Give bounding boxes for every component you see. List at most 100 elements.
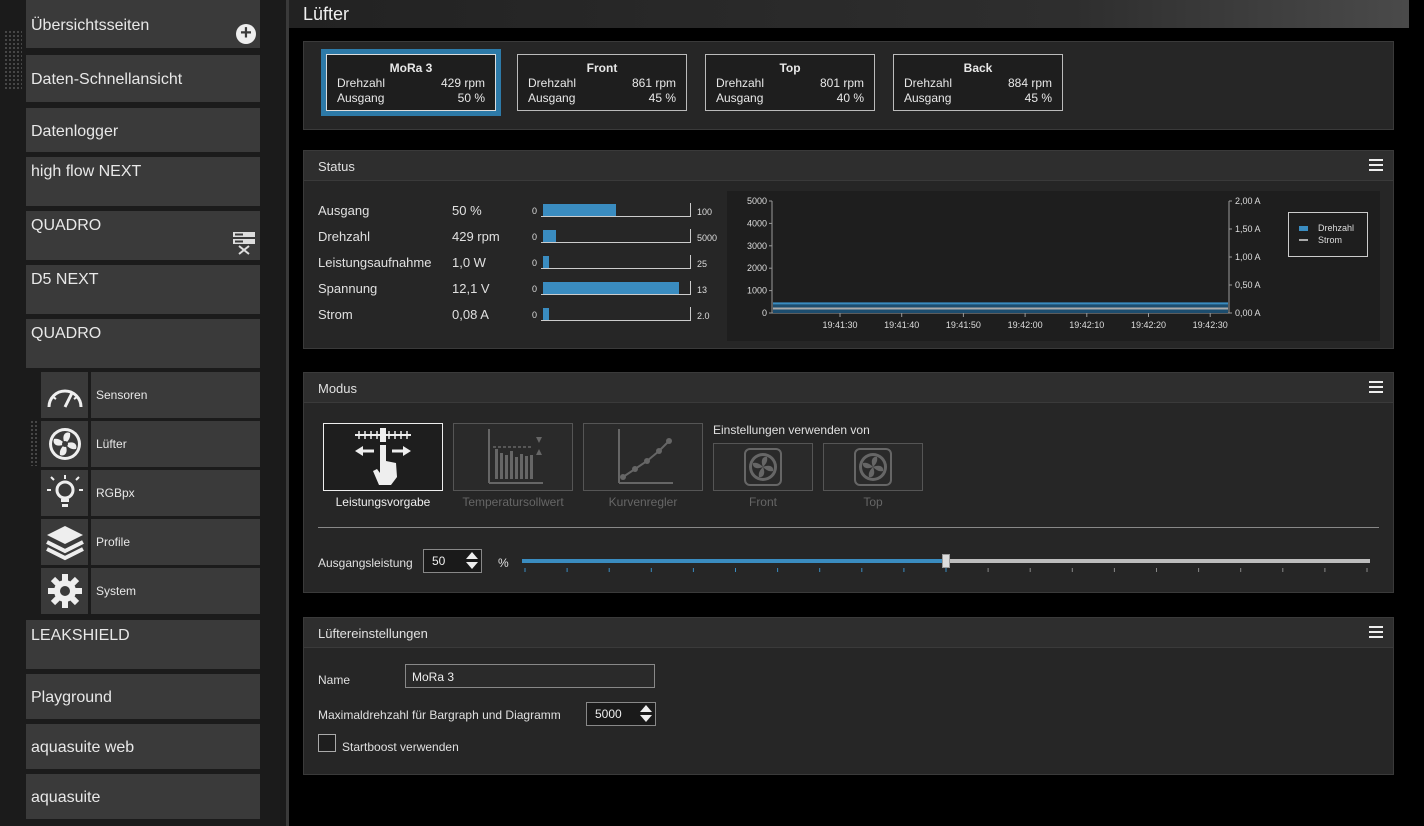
y-left-tick-label: 4000 bbox=[747, 218, 767, 228]
sidebar-item-d5-next[interactable]: D5 NEXT bbox=[26, 265, 260, 314]
menu-icon[interactable] bbox=[1369, 159, 1383, 171]
sidebar-sub-item-system[interactable]: System bbox=[91, 568, 260, 614]
layers-icon bbox=[45, 526, 84, 561]
status-value: 0,08 A bbox=[452, 307, 489, 322]
system-icon-tile[interactable] bbox=[41, 568, 88, 614]
sidebar-item-label: high flow NEXT bbox=[31, 163, 142, 180]
x-tick-label: 19:41:40 bbox=[884, 320, 919, 330]
fan-card-top[interactable]: Top Drehzahl 801 rpm Ausgang 40 % bbox=[705, 54, 875, 111]
name-value: MoRa 3 bbox=[412, 670, 455, 684]
sidebar-sub-item-sensoren[interactable]: Sensoren bbox=[91, 372, 260, 418]
fan-card-mora-3[interactable]: MoRa 3 Drehzahl 429 rpm Ausgang 50 % bbox=[326, 54, 496, 111]
sidebar-item-quadro-2[interactable]: QUADRO bbox=[26, 319, 260, 368]
sidebar-item-label: Playground bbox=[31, 689, 112, 706]
add-icon[interactable]: + bbox=[236, 23, 256, 44]
lightbulb-icon bbox=[46, 475, 83, 507]
y-left-tick-label: 5000 bbox=[747, 196, 767, 206]
startboost-checkbox[interactable] bbox=[318, 734, 336, 752]
status-bar-min: 0 bbox=[532, 310, 538, 320]
fan-card-rpm-label: Drehzahl bbox=[528, 76, 577, 90]
fan-card-output-label: Ausgang bbox=[528, 91, 576, 105]
status-bar-min: 0 bbox=[532, 284, 538, 294]
slider-fill bbox=[522, 559, 946, 563]
x-tick-label: 19:42:00 bbox=[1008, 320, 1043, 330]
status-bar-max: 5000 bbox=[697, 233, 718, 243]
slider-ticks bbox=[524, 568, 1368, 572]
luefter-icon-tile[interactable] bbox=[41, 421, 88, 467]
legend-label: Drehzahl bbox=[1318, 223, 1355, 233]
status-bar bbox=[541, 281, 691, 295]
y-left-tick-label: 0 bbox=[762, 308, 767, 318]
use-from-top-button[interactable] bbox=[823, 443, 923, 491]
modus-panel: Modus Leistungsvorgabe Temperatursollwer… bbox=[303, 372, 1394, 593]
menu-icon[interactable] bbox=[1369, 381, 1383, 393]
status-bar-fill bbox=[543, 204, 616, 216]
sidebar-sub-item-profile[interactable]: Profile bbox=[91, 519, 260, 565]
max-rpm-value: 5000 bbox=[595, 707, 622, 721]
fan-card-rpm: 801 rpm bbox=[819, 76, 864, 90]
legend-entry-drehzahl: Drehzahl bbox=[1299, 222, 1367, 234]
status-value: 1,0 W bbox=[452, 255, 486, 270]
status-value: 50 % bbox=[452, 203, 482, 218]
mode-leistungsvorgabe-button[interactable] bbox=[323, 423, 443, 491]
max-rpm-stepper[interactable]: 5000 bbox=[586, 702, 656, 726]
ausgangsleistung-slider[interactable] bbox=[522, 554, 1370, 568]
sidebar-sub-item-label: Lüfter bbox=[96, 437, 127, 451]
sidebar-sub-item-rgbpx[interactable]: RGBpx bbox=[91, 470, 260, 516]
startboost-label: Startboost verwenden bbox=[342, 740, 459, 754]
page-title: Lüfter bbox=[303, 4, 350, 24]
sidebar-item-high-flow-next[interactable]: high flow NEXT bbox=[26, 157, 260, 206]
legend-swatch bbox=[1299, 225, 1308, 231]
x-tick-label: 19:41:50 bbox=[946, 320, 981, 330]
slider-thumb[interactable] bbox=[942, 554, 950, 568]
fan-card-rpm-label: Drehzahl bbox=[904, 76, 953, 90]
chart-legend: Drehzahl Strom bbox=[1288, 212, 1368, 257]
use-from-front-label: Front bbox=[748, 495, 777, 509]
sidebar-item-aquasuite[interactable]: aquasuite bbox=[26, 774, 260, 819]
status-bar-fill bbox=[543, 282, 679, 294]
temperature-target-icon bbox=[488, 429, 543, 484]
fan-card-front[interactable]: Front Drehzahl 861 rpm Ausgang 45 % bbox=[517, 54, 687, 111]
mode-temperatursollwert-button[interactable] bbox=[453, 423, 573, 491]
sidebar-sub-item-luefter[interactable]: Lüfter bbox=[91, 421, 260, 467]
sidebar-sub-item-label: System bbox=[96, 584, 137, 598]
profile-icon-tile[interactable] bbox=[41, 519, 88, 565]
fan-card-back[interactable]: Back Drehzahl 884 rpm Ausgang 45 % bbox=[893, 54, 1063, 111]
sidebar-item-uebersichtsseiten[interactable]: Übersichtsseiten + bbox=[26, 0, 260, 48]
stepper-arrows[interactable] bbox=[465, 552, 479, 570]
sidebar-item-playground[interactable]: Playground bbox=[26, 674, 260, 719]
ausgangsleistung-value: 50 bbox=[432, 554, 446, 568]
page-header: Lüfter bbox=[289, 0, 1409, 28]
status-bar-fill bbox=[543, 230, 556, 242]
y-left-tick-label: 1000 bbox=[747, 286, 767, 296]
sidebar-item-datenlogger[interactable]: Datenlogger bbox=[26, 108, 260, 152]
fan-card-rpm-label: Drehzahl bbox=[716, 76, 765, 90]
sidebar-item-aquasuite-web[interactable]: aquasuite web bbox=[26, 724, 260, 769]
legend-entry-strom: Strom bbox=[1299, 234, 1367, 246]
rgbpx-icon-tile[interactable] bbox=[41, 470, 88, 516]
legend-swatch bbox=[1299, 239, 1308, 241]
sidebar-item-label: QUADRO bbox=[31, 325, 102, 342]
stepper-arrows[interactable] bbox=[639, 705, 653, 723]
fan-card-rpm: 429 rpm bbox=[440, 76, 485, 90]
use-from-front-button[interactable] bbox=[713, 443, 813, 491]
sidebar-item-daten-schnellansicht[interactable]: Daten-Schnellansicht bbox=[26, 55, 260, 102]
y-right-tick-label: 0,50 A bbox=[1235, 280, 1261, 290]
sidebar-sub-item-label: Sensoren bbox=[96, 388, 148, 402]
sidebar-decoration bbox=[4, 30, 22, 90]
fan-card-output: 40 % bbox=[836, 91, 864, 105]
sensoren-icon-tile[interactable] bbox=[41, 372, 88, 418]
sidebar-item-label: Übersichtsseiten bbox=[31, 17, 150, 34]
sidebar-item-quadro-1[interactable]: QUADRO bbox=[26, 211, 260, 260]
sidebar-item-leakshield[interactable]: LEAKSHIELD bbox=[26, 620, 260, 669]
status-bar-min: 0 bbox=[532, 258, 538, 268]
ausgangsleistung-stepper[interactable]: 50 bbox=[423, 549, 482, 573]
sidebar-sub-item-label: RGBpx bbox=[96, 486, 135, 500]
sidebar: Übersichtsseiten + Daten-Schnellansicht … bbox=[0, 0, 286, 826]
mode-kurvenregler-button[interactable] bbox=[583, 423, 703, 491]
status-bar-fill bbox=[543, 308, 549, 320]
menu-icon[interactable] bbox=[1369, 626, 1383, 638]
y-left-tick-label: 3000 bbox=[747, 241, 767, 251]
name-input[interactable]: MoRa 3 bbox=[405, 664, 655, 688]
percent-unit-label: % bbox=[498, 556, 509, 570]
